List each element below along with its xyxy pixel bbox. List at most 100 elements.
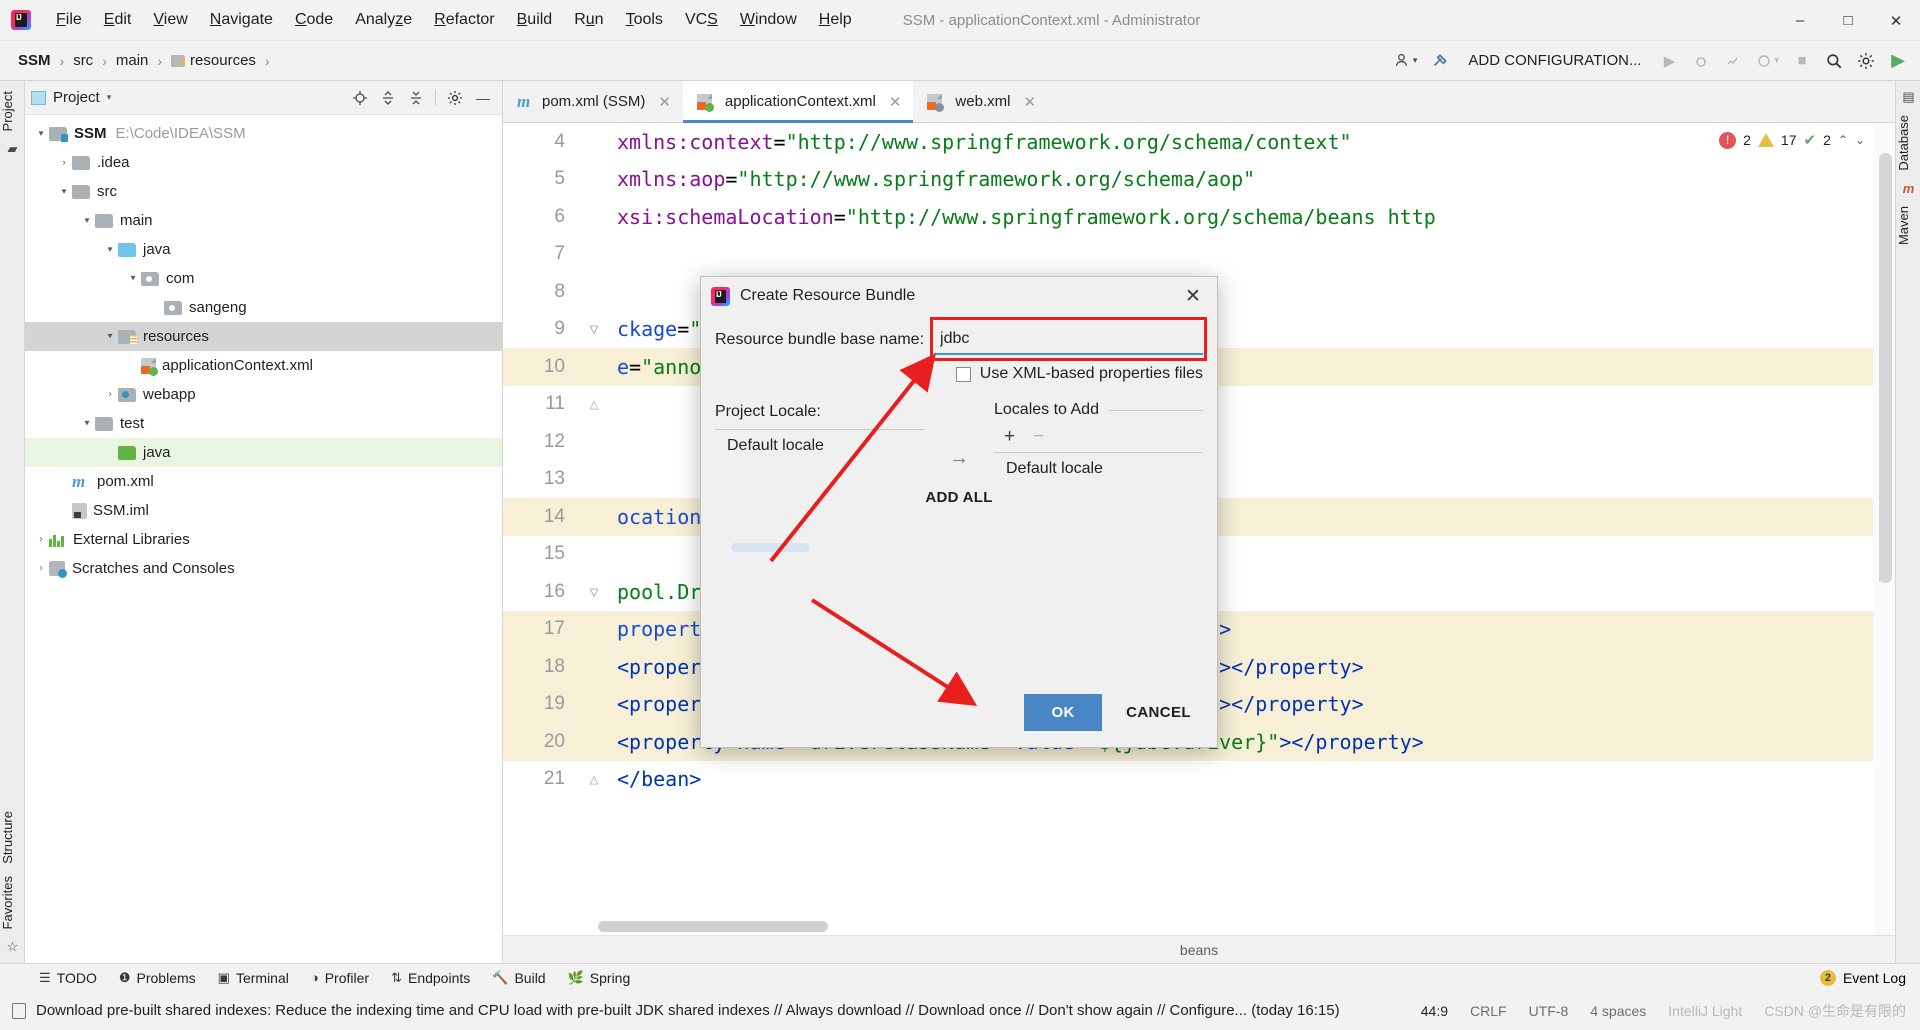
fold-marker-icon[interactable]: △	[575, 395, 613, 413]
chevron-down-icon[interactable]: ▾	[79, 216, 95, 226]
remove-locale-button[interactable]: −	[1033, 426, 1044, 448]
tool-window-build[interactable]: 🔨 Build	[483, 967, 554, 989]
build-hammer-icon[interactable]	[1426, 47, 1454, 75]
strip-item-structure[interactable]: Structure	[0, 805, 25, 870]
tree-node-scratches-and-consoles[interactable]: › Scratches and Consoles	[25, 554, 502, 583]
tool-window-problems[interactable]: ❶ Problems	[110, 967, 205, 989]
breadcrumb-item-resources[interactable]: resources	[167, 50, 260, 71]
tree-node-java[interactable]: ▾ java	[25, 235, 502, 264]
tree-node--idea[interactable]: › .idea	[25, 148, 502, 177]
base-name-input[interactable]	[934, 325, 1203, 355]
tool-window-profiler[interactable]: ◑ Profiler	[302, 967, 378, 989]
maximize-button[interactable]: □	[1824, 0, 1872, 41]
menu-item-view[interactable]: View	[142, 8, 198, 32]
transfer-arrow-icon[interactable]: →	[924, 401, 994, 478]
editor-tab-applicationcontext-xml[interactable]: applicationContext.xml ✕	[682, 81, 914, 123]
collapse-all-icon[interactable]	[403, 85, 429, 111]
tree-node-ssm-iml[interactable]: ›SSM.iml	[25, 496, 502, 525]
expand-all-icon[interactable]	[375, 85, 401, 111]
menu-item-code[interactable]: Code	[284, 8, 344, 32]
tree-node-ssm[interactable]: ▾ SSM E:\Code\IDEA\SSM	[25, 119, 502, 148]
hide-icon[interactable]: —	[470, 85, 496, 111]
tool-window-terminal[interactable]: ▣ Terminal	[209, 967, 298, 989]
ok-button[interactable]: OK	[1024, 694, 1103, 731]
xml-checkbox-row[interactable]: Use XML-based properties files	[701, 355, 1217, 383]
gear-icon[interactable]	[442, 85, 468, 111]
status-message[interactable]: Download pre-built shared indexes: Reduc…	[36, 1002, 1340, 1019]
tree-node-src[interactable]: ▾ src	[25, 177, 502, 206]
horizontal-scrollbar[interactable]	[598, 921, 1765, 932]
dialog-close-button[interactable]: ✕	[1179, 285, 1207, 308]
breadcrumb-item-src[interactable]: src	[69, 50, 97, 71]
strip-item-project[interactable]: Project	[0, 85, 25, 137]
caret-position[interactable]: 44:9	[1421, 1003, 1448, 1019]
fold-marker-icon[interactable]: ▽	[575, 320, 613, 338]
chevron-right-icon[interactable]: ›	[33, 564, 49, 574]
cancel-button[interactable]: CANCEL	[1118, 704, 1199, 721]
menu-item-edit[interactable]: Edit	[93, 8, 143, 32]
inspection-widget[interactable]: ! 2 17 ✔ 2 ⌃ ⌄	[1719, 131, 1865, 149]
chevron-down-icon[interactable]: ⌄	[1855, 133, 1865, 147]
code-line[interactable]: 21 △ </bean>	[503, 761, 1895, 799]
strip-item-favorites[interactable]: Favorites	[0, 870, 25, 935]
menu-item-help[interactable]: Help	[808, 8, 863, 32]
close-icon[interactable]: ✕	[889, 93, 902, 111]
code-line[interactable]: 5 xmlns:aop="http://www.springframework.o…	[503, 161, 1895, 199]
tool-window-spring[interactable]: 🌿 Spring	[559, 967, 640, 989]
close-icon[interactable]: ✕	[1023, 93, 1036, 111]
tree-node-sangeng[interactable]: ›sangeng	[25, 293, 502, 322]
coverage-icon[interactable]	[1719, 47, 1747, 75]
tool-window-todo[interactable]: ☰ TODO	[30, 967, 106, 989]
chevron-down-icon[interactable]: ▾	[102, 245, 118, 255]
menu-item-vcs[interactable]: VCS	[674, 8, 729, 32]
close-icon[interactable]: ✕	[658, 93, 671, 111]
menu-item-analyze[interactable]: Analyze	[344, 8, 423, 32]
indent-setting[interactable]: 4 spaces	[1590, 1003, 1646, 1019]
debug-icon[interactable]	[1687, 47, 1715, 75]
stop-icon[interactable]: ■	[1788, 47, 1816, 75]
tree-node-pom-xml[interactable]: ›mpom.xml	[25, 467, 502, 496]
close-button[interactable]: ✕	[1872, 0, 1920, 41]
chevron-down-icon[interactable]: ▾	[125, 274, 141, 284]
locales-to-add-item[interactable]: Default locale	[994, 453, 1203, 478]
line-separator[interactable]: CRLF	[1470, 1003, 1507, 1019]
chevron-up-icon[interactable]: ⌃	[1838, 133, 1848, 147]
menu-item-build[interactable]: Build	[506, 8, 564, 32]
user-icon[interactable]: ▾	[1389, 47, 1423, 75]
strip-item-maven[interactable]: Maven	[1896, 200, 1920, 251]
file-encoding[interactable]: UTF-8	[1529, 1003, 1569, 1019]
add-locale-button[interactable]: +	[1004, 426, 1015, 448]
xml-properties-checkbox[interactable]	[955, 366, 971, 382]
horizontal-scrollbar-thumb[interactable]	[598, 921, 828, 932]
editor-scrollbar[interactable]	[1873, 123, 1895, 963]
tree-node-resources[interactable]: ▾ resources	[25, 322, 502, 351]
menu-item-run[interactable]: Run	[563, 8, 614, 32]
fold-marker-icon[interactable]: △	[575, 770, 613, 788]
breadcrumb-item-ssm[interactable]: SSM	[14, 50, 55, 71]
code-line[interactable]: 4 xmlns:context="http://www.springframewo…	[503, 123, 1895, 161]
scrollbar-thumb[interactable]	[1879, 153, 1892, 583]
menu-item-navigate[interactable]: Navigate	[199, 8, 284, 32]
code-line[interactable]: 6 xsi:schemaLocation="http://www.springfr…	[503, 198, 1895, 236]
menu-item-file[interactable]: File	[45, 8, 93, 32]
tree-node-external-libraries[interactable]: › External Libraries	[25, 525, 502, 554]
minimize-button[interactable]: –	[1776, 0, 1824, 41]
tree-node-com[interactable]: ▾ com	[25, 264, 502, 293]
chevron-down-icon[interactable]: ▾	[56, 187, 72, 197]
chevron-down-icon[interactable]: ▾	[33, 129, 49, 139]
profile-icon[interactable]: ▾	[1751, 47, 1784, 75]
tool-window-endpoints[interactable]: ⇅ Endpoints	[382, 967, 479, 989]
menu-item-tools[interactable]: Tools	[615, 8, 674, 32]
tree-node-webapp[interactable]: › webapp	[25, 380, 502, 409]
gear-icon[interactable]	[1852, 47, 1880, 75]
chevron-down-icon[interactable]: ▾	[79, 419, 95, 429]
menu-item-window[interactable]: Window	[729, 8, 808, 32]
fold-marker-icon[interactable]: ▽	[575, 583, 613, 601]
tree-node-main[interactable]: ▾ main	[25, 206, 502, 235]
search-icon[interactable]	[1820, 47, 1848, 75]
menu-item-refactor[interactable]: Refactor	[423, 8, 505, 32]
tree-node-applicationcontext-xml[interactable]: ›applicationContext.xml	[25, 351, 502, 380]
chevron-right-icon[interactable]: ›	[56, 158, 72, 168]
tree-node-test[interactable]: ▾ test	[25, 409, 502, 438]
chevron-right-icon[interactable]: ›	[33, 535, 49, 545]
